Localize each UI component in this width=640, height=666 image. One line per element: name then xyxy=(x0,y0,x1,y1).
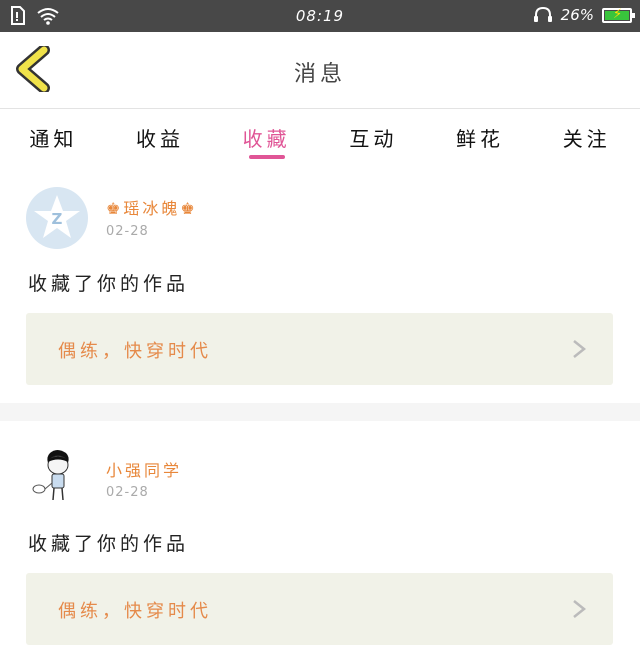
crown-icon: ♚ xyxy=(180,199,198,218)
work-title: 偶练，快穿时代 xyxy=(58,601,212,622)
battery-percent: 26% xyxy=(560,6,594,24)
battery-icon: ⚡ xyxy=(602,6,635,23)
status-right-icons: 26% ⚡ xyxy=(533,6,635,24)
tab-favorites[interactable]: 收藏 xyxy=(213,109,320,173)
tab-income[interactable]: 收益 xyxy=(107,109,214,173)
message-date: 02-28 xyxy=(106,224,149,239)
message-card: 小强同学 02-28 收藏了你的作品 偶练，快穿时代 xyxy=(0,421,640,666)
message-card: Z ♚瑶冰魄♚ 02-28 收藏了你的作品 偶练，快穿时代 xyxy=(0,173,640,403)
headset-icon xyxy=(533,6,552,22)
message-date: 02-28 xyxy=(106,485,149,500)
user-name[interactable]: ♚瑶冰魄♚ xyxy=(106,195,198,219)
work-title: 偶练，快穿时代 xyxy=(58,341,212,362)
status-bar: 08:19 26% ⚡ xyxy=(0,0,640,32)
tab-notice[interactable]: 通知 xyxy=(0,109,107,173)
work-link[interactable]: 偶练，快穿时代 xyxy=(26,573,613,645)
tab-flowers[interactable]: 鲜花 xyxy=(427,109,534,173)
cartoon-boy-avatar-icon xyxy=(32,450,69,501)
tab-interaction[interactable]: 互动 xyxy=(320,109,427,173)
qq-star-avatar-icon: Z xyxy=(34,195,80,238)
svg-text:Z: Z xyxy=(52,210,63,228)
avatar[interactable] xyxy=(26,445,88,507)
avatar[interactable]: Z xyxy=(26,187,88,249)
message-text: 收藏了你的作品 xyxy=(28,273,190,295)
chevron-right-icon xyxy=(573,600,587,618)
page-title: 消息 xyxy=(293,62,346,87)
chevron-right-icon xyxy=(573,340,587,358)
tab-bar: 通知 收益 收藏 互动 鲜花 关注 xyxy=(0,109,640,173)
crown-icon: ♚ xyxy=(106,199,124,218)
charging-icon: ⚡ xyxy=(613,6,623,22)
app-header: 消息 xyxy=(0,32,640,109)
work-link[interactable]: 偶练，快穿时代 xyxy=(26,313,613,385)
tab-follow[interactable]: 关注 xyxy=(533,109,640,173)
message-text: 收藏了你的作品 xyxy=(28,533,190,555)
user-name[interactable]: 小强同学 xyxy=(106,457,182,481)
